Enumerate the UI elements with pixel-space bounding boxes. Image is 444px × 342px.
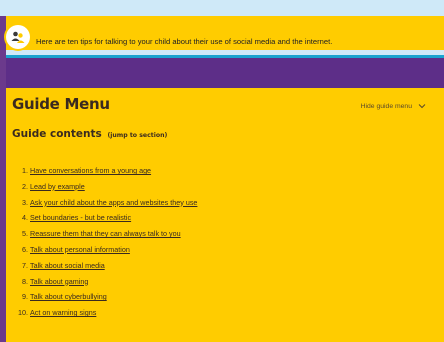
guide-contents-label: Guide contents bbox=[12, 128, 102, 140]
item-number: 4. bbox=[22, 213, 28, 223]
chevron-down-icon bbox=[418, 102, 426, 110]
toc-link[interactable]: Reassure them that they can always talk … bbox=[30, 229, 181, 238]
item-number: 9. bbox=[22, 292, 28, 302]
list-item: 2. Lead by example bbox=[14, 179, 197, 195]
list-item: 7. Talk about social media bbox=[14, 258, 197, 274]
hide-guide-menu-button[interactable]: Hide guide menu bbox=[361, 102, 426, 110]
jump-to-section-label: (jump to section) bbox=[107, 132, 168, 139]
banner-text: Here are ten tips for talking to your ch… bbox=[36, 37, 333, 46]
list-item: 1. Have conversations from a young age bbox=[14, 163, 197, 179]
toc-link[interactable]: Have conversations from a young age bbox=[30, 166, 151, 175]
purple-band bbox=[6, 58, 444, 88]
guide-contents-list: 1. Have conversations from a young age 2.… bbox=[14, 163, 197, 321]
list-item: 6. Talk about personal information bbox=[14, 242, 197, 258]
item-number: 3. bbox=[22, 197, 28, 207]
guide-contents-heading: Guide contents (jump to section) bbox=[12, 128, 167, 140]
toc-link[interactable]: Talk about personal information bbox=[30, 245, 130, 254]
item-number: 2. bbox=[22, 181, 28, 191]
toc-link[interactable]: Set boundaries - but be realistic bbox=[30, 213, 131, 222]
list-item: 8. Talk about gaming bbox=[14, 274, 197, 290]
people-icon bbox=[6, 25, 30, 49]
top-strip bbox=[0, 0, 444, 16]
item-number: 10. bbox=[18, 308, 28, 318]
list-item: 3. Ask your child about the apps and webs… bbox=[14, 195, 197, 211]
toc-link[interactable]: Act on warning signs bbox=[30, 308, 96, 317]
item-number: 8. bbox=[22, 276, 28, 286]
guide-menu-title: Guide Menu bbox=[12, 95, 110, 113]
item-number: 7. bbox=[22, 260, 28, 270]
toc-link[interactable]: Talk about social media bbox=[30, 261, 105, 270]
toc-link[interactable]: Lead by example bbox=[30, 182, 85, 191]
list-item: 4. Set boundaries - but be realistic bbox=[14, 210, 197, 226]
item-number: 5. bbox=[22, 229, 28, 239]
list-item: 10. Act on warning signs bbox=[14, 305, 197, 321]
hide-guide-menu-label: Hide guide menu bbox=[360, 102, 412, 110]
list-item: 5. Reassure them that they can always tal… bbox=[14, 226, 197, 242]
item-number: 6. bbox=[22, 244, 28, 254]
toc-link[interactable]: Talk about cyberbullying bbox=[30, 292, 107, 301]
toc-link[interactable]: Ask your child about the apps and websit… bbox=[30, 198, 197, 207]
toc-link[interactable]: Talk about gaming bbox=[30, 277, 88, 286]
list-item: 9. Talk about cyberbullying bbox=[14, 289, 197, 305]
item-number: 1. bbox=[22, 166, 28, 175]
